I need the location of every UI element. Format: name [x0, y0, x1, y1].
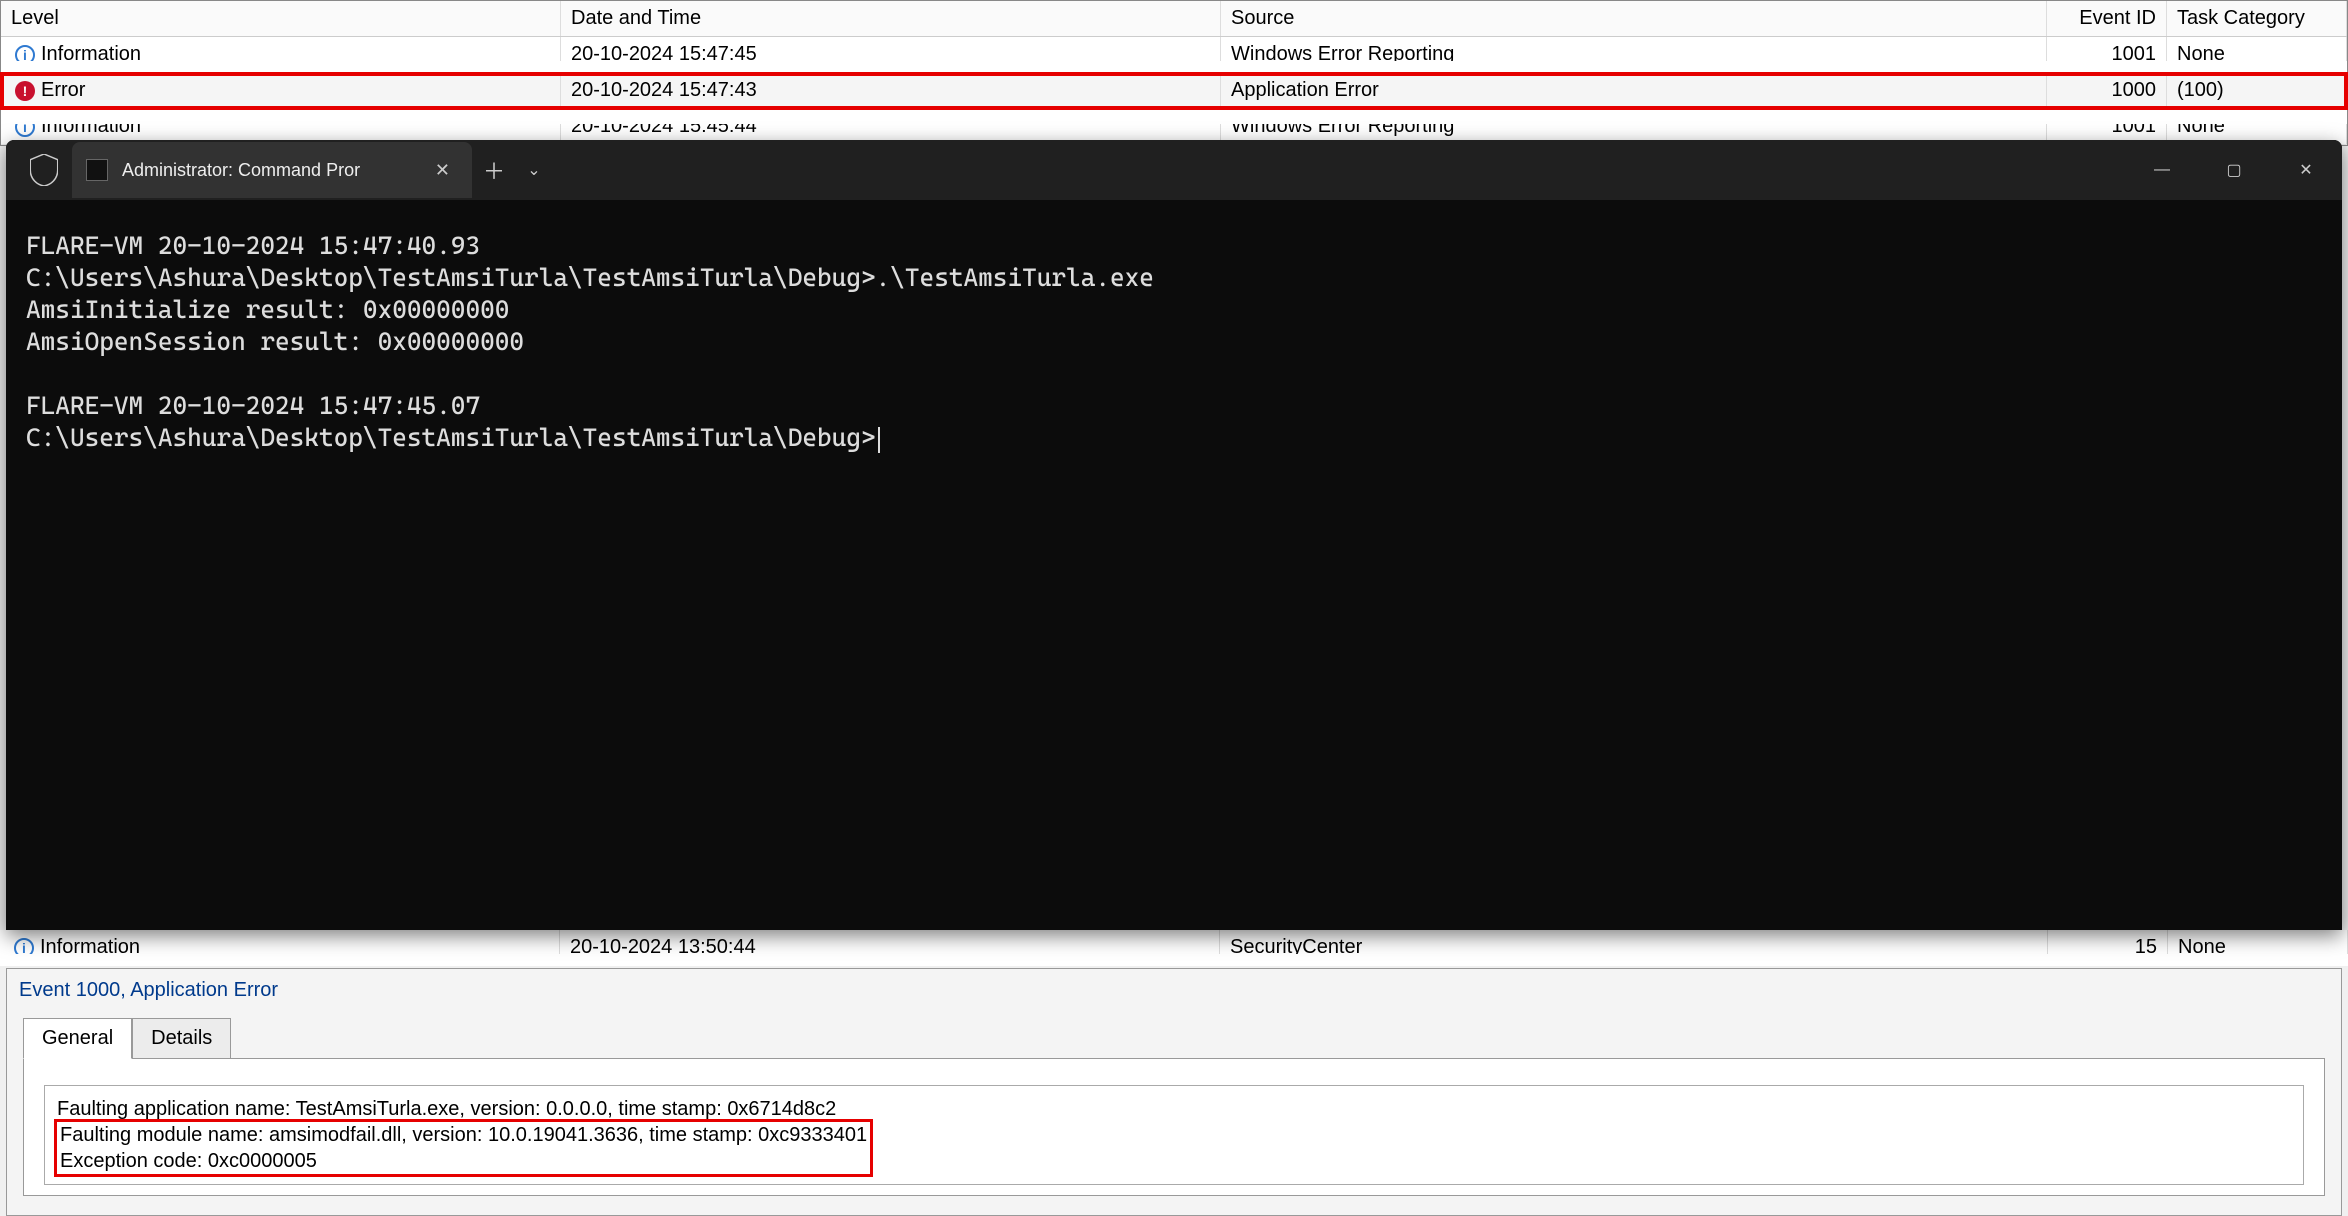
cursor-icon	[878, 427, 880, 453]
event-list-header: Level Date and Time Source Event ID Task…	[1, 1, 2347, 37]
event-id: 15	[2048, 930, 2168, 965]
event-details-panel: Event 1000, Application Error General De…	[6, 968, 2342, 1216]
event-task: None	[2167, 109, 2347, 144]
details-text: Faulting application name: TestAmsiTurla…	[44, 1085, 2304, 1185]
tab-general[interactable]: General	[23, 1018, 132, 1059]
col-header-source[interactable]: Source	[1221, 1, 2047, 36]
event-row-peek[interactable]: i Information 20-10-2024 13:50:44 Securi…	[0, 930, 2348, 966]
minimize-button[interactable]: —	[2126, 146, 2198, 194]
event-details-title: Event 1000, Application Error	[7, 969, 2341, 1012]
terminal-line: FLARE-VM 20-10-2024 15:47:40.93	[26, 231, 480, 260]
col-header-level[interactable]: Level	[1, 1, 561, 36]
error-icon: !	[15, 81, 35, 101]
event-source: Application Error	[1221, 73, 2047, 108]
terminal-line: FLARE-VM 20-10-2024 15:47:45.07	[26, 391, 480, 420]
event-id: 1001	[2047, 37, 2167, 72]
info-icon: i	[15, 45, 35, 65]
tab-details[interactable]: Details	[132, 1018, 231, 1059]
details-tabs: General Details	[23, 1018, 2341, 1059]
event-source: Windows Error Reporting	[1221, 37, 2047, 72]
cmd-icon	[86, 159, 108, 181]
col-header-taskcat[interactable]: Task Category	[2167, 1, 2347, 36]
info-icon: i	[14, 938, 34, 958]
details-line: Exception code: 0xc0000005	[60, 1150, 317, 1172]
maximize-button[interactable]: ▢	[2198, 146, 2270, 194]
event-date: 20-10-2024 13:50:44	[560, 930, 1220, 965]
event-level: Information	[41, 115, 141, 138]
event-level: Error	[41, 79, 85, 102]
details-line: Faulting application name: TestAmsiTurla…	[57, 1098, 836, 1120]
event-viewer-list: Level Date and Time Source Event ID Task…	[0, 0, 2348, 146]
event-task: None	[2167, 37, 2347, 72]
event-id: 1001	[2047, 109, 2167, 144]
event-level: Information	[41, 43, 141, 66]
details-body: Faulting application name: TestAmsiTurla…	[23, 1058, 2325, 1196]
event-task: (100)	[2167, 73, 2347, 108]
details-line: Faulting module name: amsimodfail.dll, v…	[60, 1124, 867, 1146]
terminal-line: C:\Users\Ashura\Desktop\TestAmsiTurla\Te…	[26, 423, 876, 452]
terminal-tab[interactable]: Administrator: Command Pror ✕	[72, 142, 472, 198]
col-header-date[interactable]: Date and Time	[561, 1, 1221, 36]
close-tab-icon[interactable]: ✕	[429, 160, 456, 181]
terminal-titlebar[interactable]: Administrator: Command Pror ✕ ＋ ⌄ — ▢ ✕	[6, 140, 2342, 200]
tab-dropdown-icon[interactable]: ⌄	[516, 142, 552, 198]
info-icon: i	[15, 117, 35, 137]
event-date: 20-10-2024 15:45:44	[561, 109, 1221, 144]
terminal-tab-title: Administrator: Command Pror	[122, 160, 360, 181]
terminal-line: AmsiInitialize result: 0x00000000	[26, 295, 509, 324]
terminal-line: C:\Users\Ashura\Desktop\TestAmsiTurla\Te…	[26, 263, 1154, 292]
close-window-button[interactable]: ✕	[2270, 146, 2342, 194]
event-task: None	[2168, 930, 2348, 965]
terminal-line: AmsiOpenSession result: 0x00000000	[26, 327, 524, 356]
col-header-eventid[interactable]: Event ID	[2047, 1, 2167, 36]
event-source: Windows Error Reporting	[1221, 109, 2047, 144]
terminal-body[interactable]: FLARE-VM 20-10-2024 15:47:40.93 C:\Users…	[6, 200, 2342, 484]
event-row-selected[interactable]: ! Error 20-10-2024 15:47:43 Application …	[1, 73, 2347, 109]
event-date: 20-10-2024 15:47:45	[561, 37, 1221, 72]
event-level: Information	[40, 936, 140, 959]
event-date: 20-10-2024 15:47:43	[561, 73, 1221, 108]
event-id: 1000	[2047, 73, 2167, 108]
new-tab-button[interactable]: ＋	[472, 142, 516, 198]
shield-icon	[24, 150, 64, 190]
event-source: SecurityCenter	[1220, 930, 2048, 965]
event-row[interactable]: i Information 20-10-2024 15:47:45 Window…	[1, 37, 2347, 73]
terminal-window: Administrator: Command Pror ✕ ＋ ⌄ — ▢ ✕ …	[6, 140, 2342, 930]
